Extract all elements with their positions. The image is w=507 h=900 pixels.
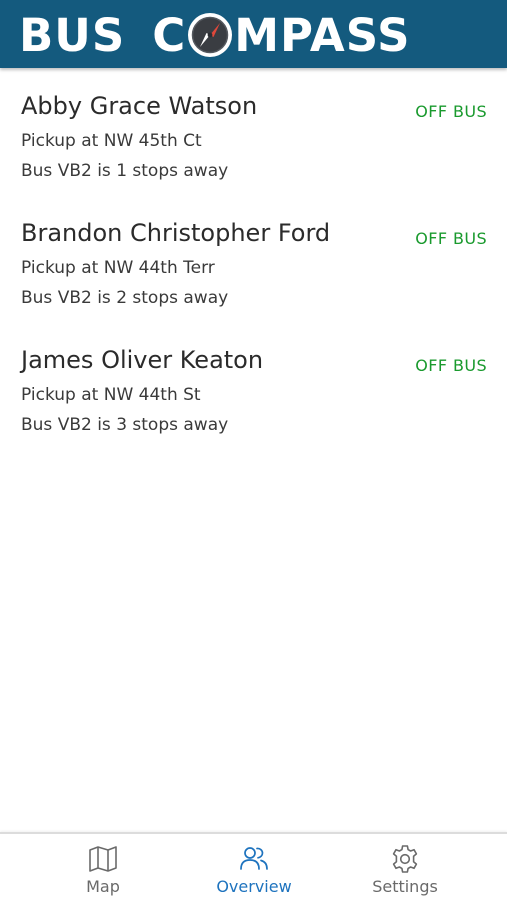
logo-word-bus: BUS <box>19 8 126 62</box>
student-name: Abby Grace Watson <box>21 92 258 120</box>
nav-label-map: Map <box>86 877 120 896</box>
app-root: BUS C MPASS Abby Grace Watson OFF BUS Pi… <box>0 0 507 900</box>
pickup-location: Pickup at NW 44th St <box>21 385 201 405</box>
nav-item-overview[interactable]: Overview <box>179 834 329 900</box>
nav-item-settings[interactable]: Settings <box>330 834 480 900</box>
bus-eta: Bus VB2 is 1 stops away <box>21 161 229 181</box>
nav-item-map[interactable]: Map <box>28 834 178 900</box>
status-badge: OFF BUS <box>415 229 487 248</box>
bottom-nav: Map Overview Settings <box>0 832 507 900</box>
student-list-item[interactable]: Brandon Christopher Ford OFF BUS Pickup … <box>0 195 507 322</box>
gear-icon <box>389 843 421 875</box>
bus-eta: Bus VB2 is 3 stops away <box>21 415 229 435</box>
map-icon <box>87 843 119 875</box>
pickup-location: Pickup at NW 45th Ct <box>21 131 202 151</box>
logo-word-mpass: MPASS <box>234 8 411 62</box>
logo-letter-c: C <box>152 8 187 62</box>
student-list-item[interactable]: Abby Grace Watson OFF BUS Pickup at NW 4… <box>0 68 507 195</box>
nav-label-settings: Settings <box>372 877 438 896</box>
app-header: BUS C MPASS <box>0 0 507 68</box>
nav-label-overview: Overview <box>216 877 292 896</box>
bus-eta: Bus VB2 is 2 stops away <box>21 288 229 308</box>
app-logo: BUS C MPASS <box>19 6 411 64</box>
student-list-item[interactable]: James Oliver Keaton OFF BUS Pickup at NW… <box>0 322 507 449</box>
compass-icon <box>187 12 233 58</box>
student-name: James Oliver Keaton <box>21 346 264 374</box>
pickup-location: Pickup at NW 44th Terr <box>21 258 215 278</box>
users-icon <box>238 843 270 875</box>
student-name: Brandon Christopher Ford <box>21 219 331 247</box>
status-badge: OFF BUS <box>415 356 487 375</box>
status-badge: OFF BUS <box>415 102 487 121</box>
